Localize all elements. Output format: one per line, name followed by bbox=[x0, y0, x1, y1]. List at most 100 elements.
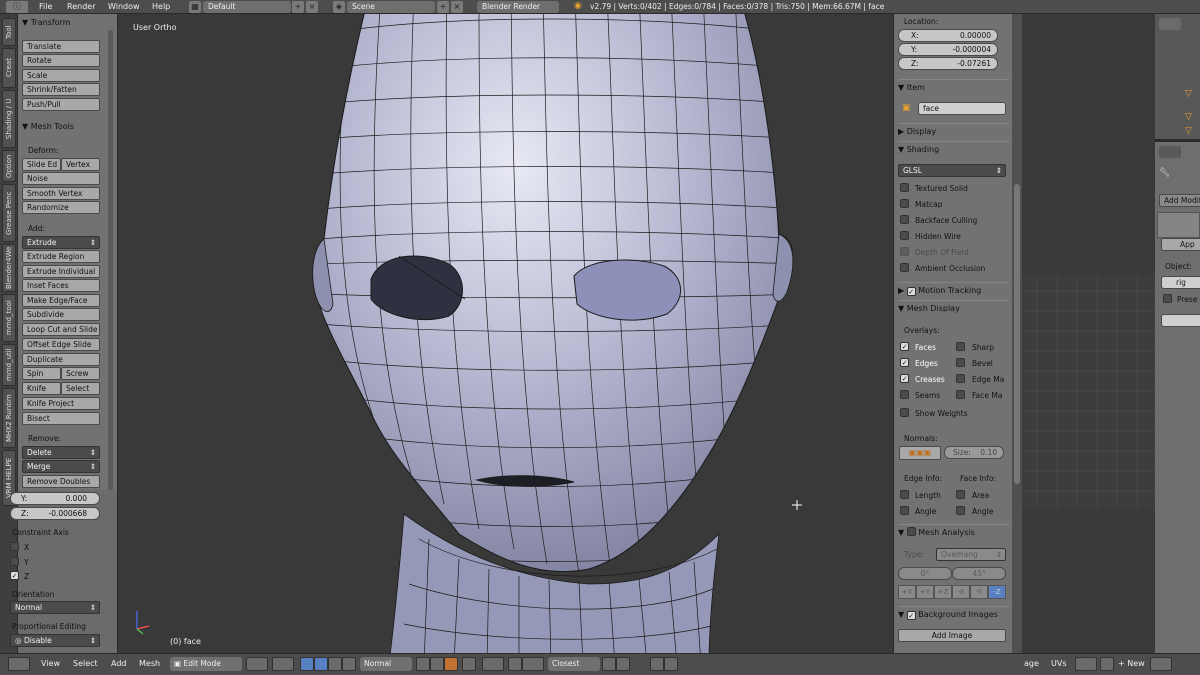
motion-tracking-checkbox[interactable]: ✓ bbox=[906, 287, 916, 296]
textured-solid-checkbox[interactable] bbox=[900, 183, 909, 192]
menu-uvs[interactable]: UVs bbox=[1051, 659, 1067, 668]
angle-max-field[interactable]: 45° bbox=[952, 567, 1006, 580]
depth-of-field-checkbox[interactable] bbox=[900, 247, 909, 256]
side-viewport-lower[interactable] bbox=[1022, 508, 1155, 653]
axis-plus-z-button[interactable]: +Z bbox=[934, 585, 952, 599]
matcap-checkbox[interactable] bbox=[900, 199, 909, 208]
push-pull-button[interactable]: Push/Pull bbox=[22, 98, 100, 111]
scale-manipulator-icon[interactable] bbox=[342, 657, 356, 671]
noise-button[interactable]: Noise bbox=[22, 172, 100, 185]
outliner-type-icon[interactable] bbox=[1159, 18, 1181, 30]
screw-button[interactable]: Screw bbox=[61, 367, 100, 380]
constraint-x-checkbox[interactable] bbox=[10, 542, 19, 551]
constraint-z-checkbox[interactable]: ✓ bbox=[10, 571, 19, 580]
menu-mesh[interactable]: Mesh bbox=[139, 659, 160, 668]
edge-marks-checkbox[interactable] bbox=[956, 374, 965, 383]
shading-header[interactable]: ▼ Shading bbox=[898, 141, 1009, 156]
location-z-field[interactable]: Z: -0.07261 bbox=[898, 57, 998, 70]
menu-file[interactable]: File bbox=[39, 2, 52, 11]
properties-type-icon[interactable] bbox=[1159, 146, 1181, 158]
render-anim-icon[interactable] bbox=[664, 657, 678, 671]
background-images-checkbox[interactable]: ✓ bbox=[906, 611, 916, 620]
delete-menu[interactable]: Delete ⇕ bbox=[22, 446, 100, 459]
manipulator-icon[interactable] bbox=[300, 657, 314, 671]
face-angle-checkbox[interactable] bbox=[956, 506, 965, 515]
proportional-editing-select[interactable]: ◎ Disable ⇕ bbox=[10, 634, 100, 647]
offset-edge-slide-button[interactable]: Offset Edge Slide bbox=[22, 338, 100, 351]
display-header[interactable]: ▶ Display bbox=[898, 123, 1009, 138]
location-y-field[interactable]: Y: -0.000004 bbox=[898, 43, 998, 56]
tab-grease-pencil[interactable]: Grease Penc bbox=[2, 184, 16, 242]
bevel-checkbox[interactable] bbox=[956, 358, 965, 367]
viewport-shading-icon[interactable] bbox=[246, 657, 268, 671]
mesh-analysis-checkbox[interactable] bbox=[906, 527, 916, 536]
remove-doubles-button[interactable]: Remove Doubles bbox=[22, 475, 100, 488]
properties-editor[interactable]: 🔧︎ Add Modifi App Object: rig Prese bbox=[1155, 142, 1200, 653]
merge-menu[interactable]: Merge ⇕ bbox=[22, 460, 100, 473]
outliner[interactable]: ▽ ▽ ▽ bbox=[1155, 14, 1200, 139]
render-icon[interactable] bbox=[650, 657, 664, 671]
render-engine-select[interactable]: Blender Render bbox=[477, 1, 559, 13]
item-header[interactable]: ▼ Item bbox=[898, 79, 1009, 94]
shrink-fatten-button[interactable]: Shrink/Fatten bbox=[22, 83, 100, 96]
vertex-group-field[interactable] bbox=[1161, 314, 1200, 327]
transform-orientation-select[interactable]: Normal bbox=[360, 657, 412, 671]
creases-checkbox[interactable]: ✓ bbox=[900, 374, 909, 383]
rotate-button[interactable]: Rotate bbox=[22, 54, 100, 67]
occlude-geometry-icon[interactable] bbox=[462, 657, 476, 671]
wrench-icon[interactable]: 🔧︎ bbox=[1159, 168, 1170, 178]
normals-size-field[interactable]: Size: 0.10 bbox=[944, 446, 1004, 459]
layout-field[interactable]: Default bbox=[203, 1, 291, 13]
mesh-tools-header[interactable]: ▼ Mesh Tools bbox=[22, 122, 74, 131]
rotate-manipulator-icon[interactable] bbox=[328, 657, 342, 671]
duplicate-button[interactable]: Duplicate bbox=[22, 353, 100, 366]
mesh-display-header[interactable]: ▼ Mesh Display bbox=[898, 300, 1009, 315]
translate-button[interactable]: Translate bbox=[22, 40, 100, 53]
subdivide-button[interactable]: Subdivide bbox=[22, 308, 100, 321]
snap-target-select[interactable]: Closest bbox=[548, 657, 600, 671]
backface-culling-checkbox[interactable] bbox=[900, 215, 909, 224]
tab-create[interactable]: Creat bbox=[2, 48, 16, 88]
image-browse-icon[interactable] bbox=[1075, 657, 1097, 671]
background-images-header[interactable]: ▼ ✓ Background Images bbox=[898, 606, 1009, 621]
analysis-type-select[interactable]: Overhang ⇕ bbox=[936, 548, 1006, 561]
inset-faces-button[interactable]: Inset Faces bbox=[22, 279, 100, 292]
slide-vertex-button[interactable]: Vertex bbox=[61, 158, 100, 171]
tab-blender4web[interactable]: Blender4We bbox=[2, 244, 16, 292]
editor-type-icon[interactable]: ⓘ bbox=[6, 1, 28, 13]
bisect-button[interactable]: Bisect bbox=[22, 412, 100, 425]
add-modifier-button[interactable]: Add Modifi bbox=[1159, 194, 1200, 207]
faces-checkbox[interactable]: ✓ bbox=[900, 342, 909, 351]
snap-icon[interactable] bbox=[508, 657, 522, 671]
axis-plus-y-button[interactable]: +Y bbox=[916, 585, 934, 599]
axis-minus-x-button[interactable]: -X bbox=[952, 585, 970, 599]
tab-mmd-util[interactable]: mmd_util bbox=[2, 344, 16, 386]
scale-button[interactable]: Scale bbox=[22, 69, 100, 82]
menu-render[interactable]: Render bbox=[67, 2, 95, 11]
face-marks-checkbox[interactable] bbox=[956, 390, 965, 399]
edge-angle-checkbox[interactable] bbox=[900, 506, 909, 515]
menu-window[interactable]: Window bbox=[108, 2, 140, 11]
preserve-checkbox[interactable] bbox=[1163, 294, 1172, 303]
knife-select-button[interactable]: Select bbox=[61, 382, 100, 395]
close-scene-icon[interactable]: × bbox=[451, 1, 463, 13]
image-pin-icon[interactable] bbox=[1100, 657, 1114, 671]
translate-manipulator-icon[interactable] bbox=[314, 657, 328, 671]
new-image-button[interactable]: + New bbox=[1118, 659, 1145, 668]
angle-min-field[interactable]: 0° bbox=[898, 567, 952, 580]
scene-icon[interactable]: ◈ bbox=[333, 1, 345, 13]
object-field[interactable]: rig bbox=[1161, 276, 1200, 289]
loop-cut-slide-button[interactable]: Loop Cut and Slide bbox=[22, 323, 100, 336]
grid-editor[interactable] bbox=[1022, 276, 1155, 508]
3d-viewport[interactable]: User Ortho (0) face bbox=[119, 14, 891, 653]
close-layout-icon[interactable]: × bbox=[306, 1, 318, 13]
snap-element-icon[interactable] bbox=[522, 657, 544, 671]
menu-view[interactable]: View bbox=[41, 659, 60, 668]
show-weights-checkbox[interactable] bbox=[900, 408, 909, 417]
hidden-wire-checkbox[interactable] bbox=[900, 231, 909, 240]
tab-options[interactable]: Option bbox=[2, 150, 16, 182]
face-mesh[interactable] bbox=[119, 14, 891, 653]
add-image-button[interactable]: Add Image bbox=[898, 629, 1006, 642]
apply-button[interactable]: App bbox=[1161, 238, 1200, 251]
pivot-point-icon[interactable] bbox=[272, 657, 294, 671]
